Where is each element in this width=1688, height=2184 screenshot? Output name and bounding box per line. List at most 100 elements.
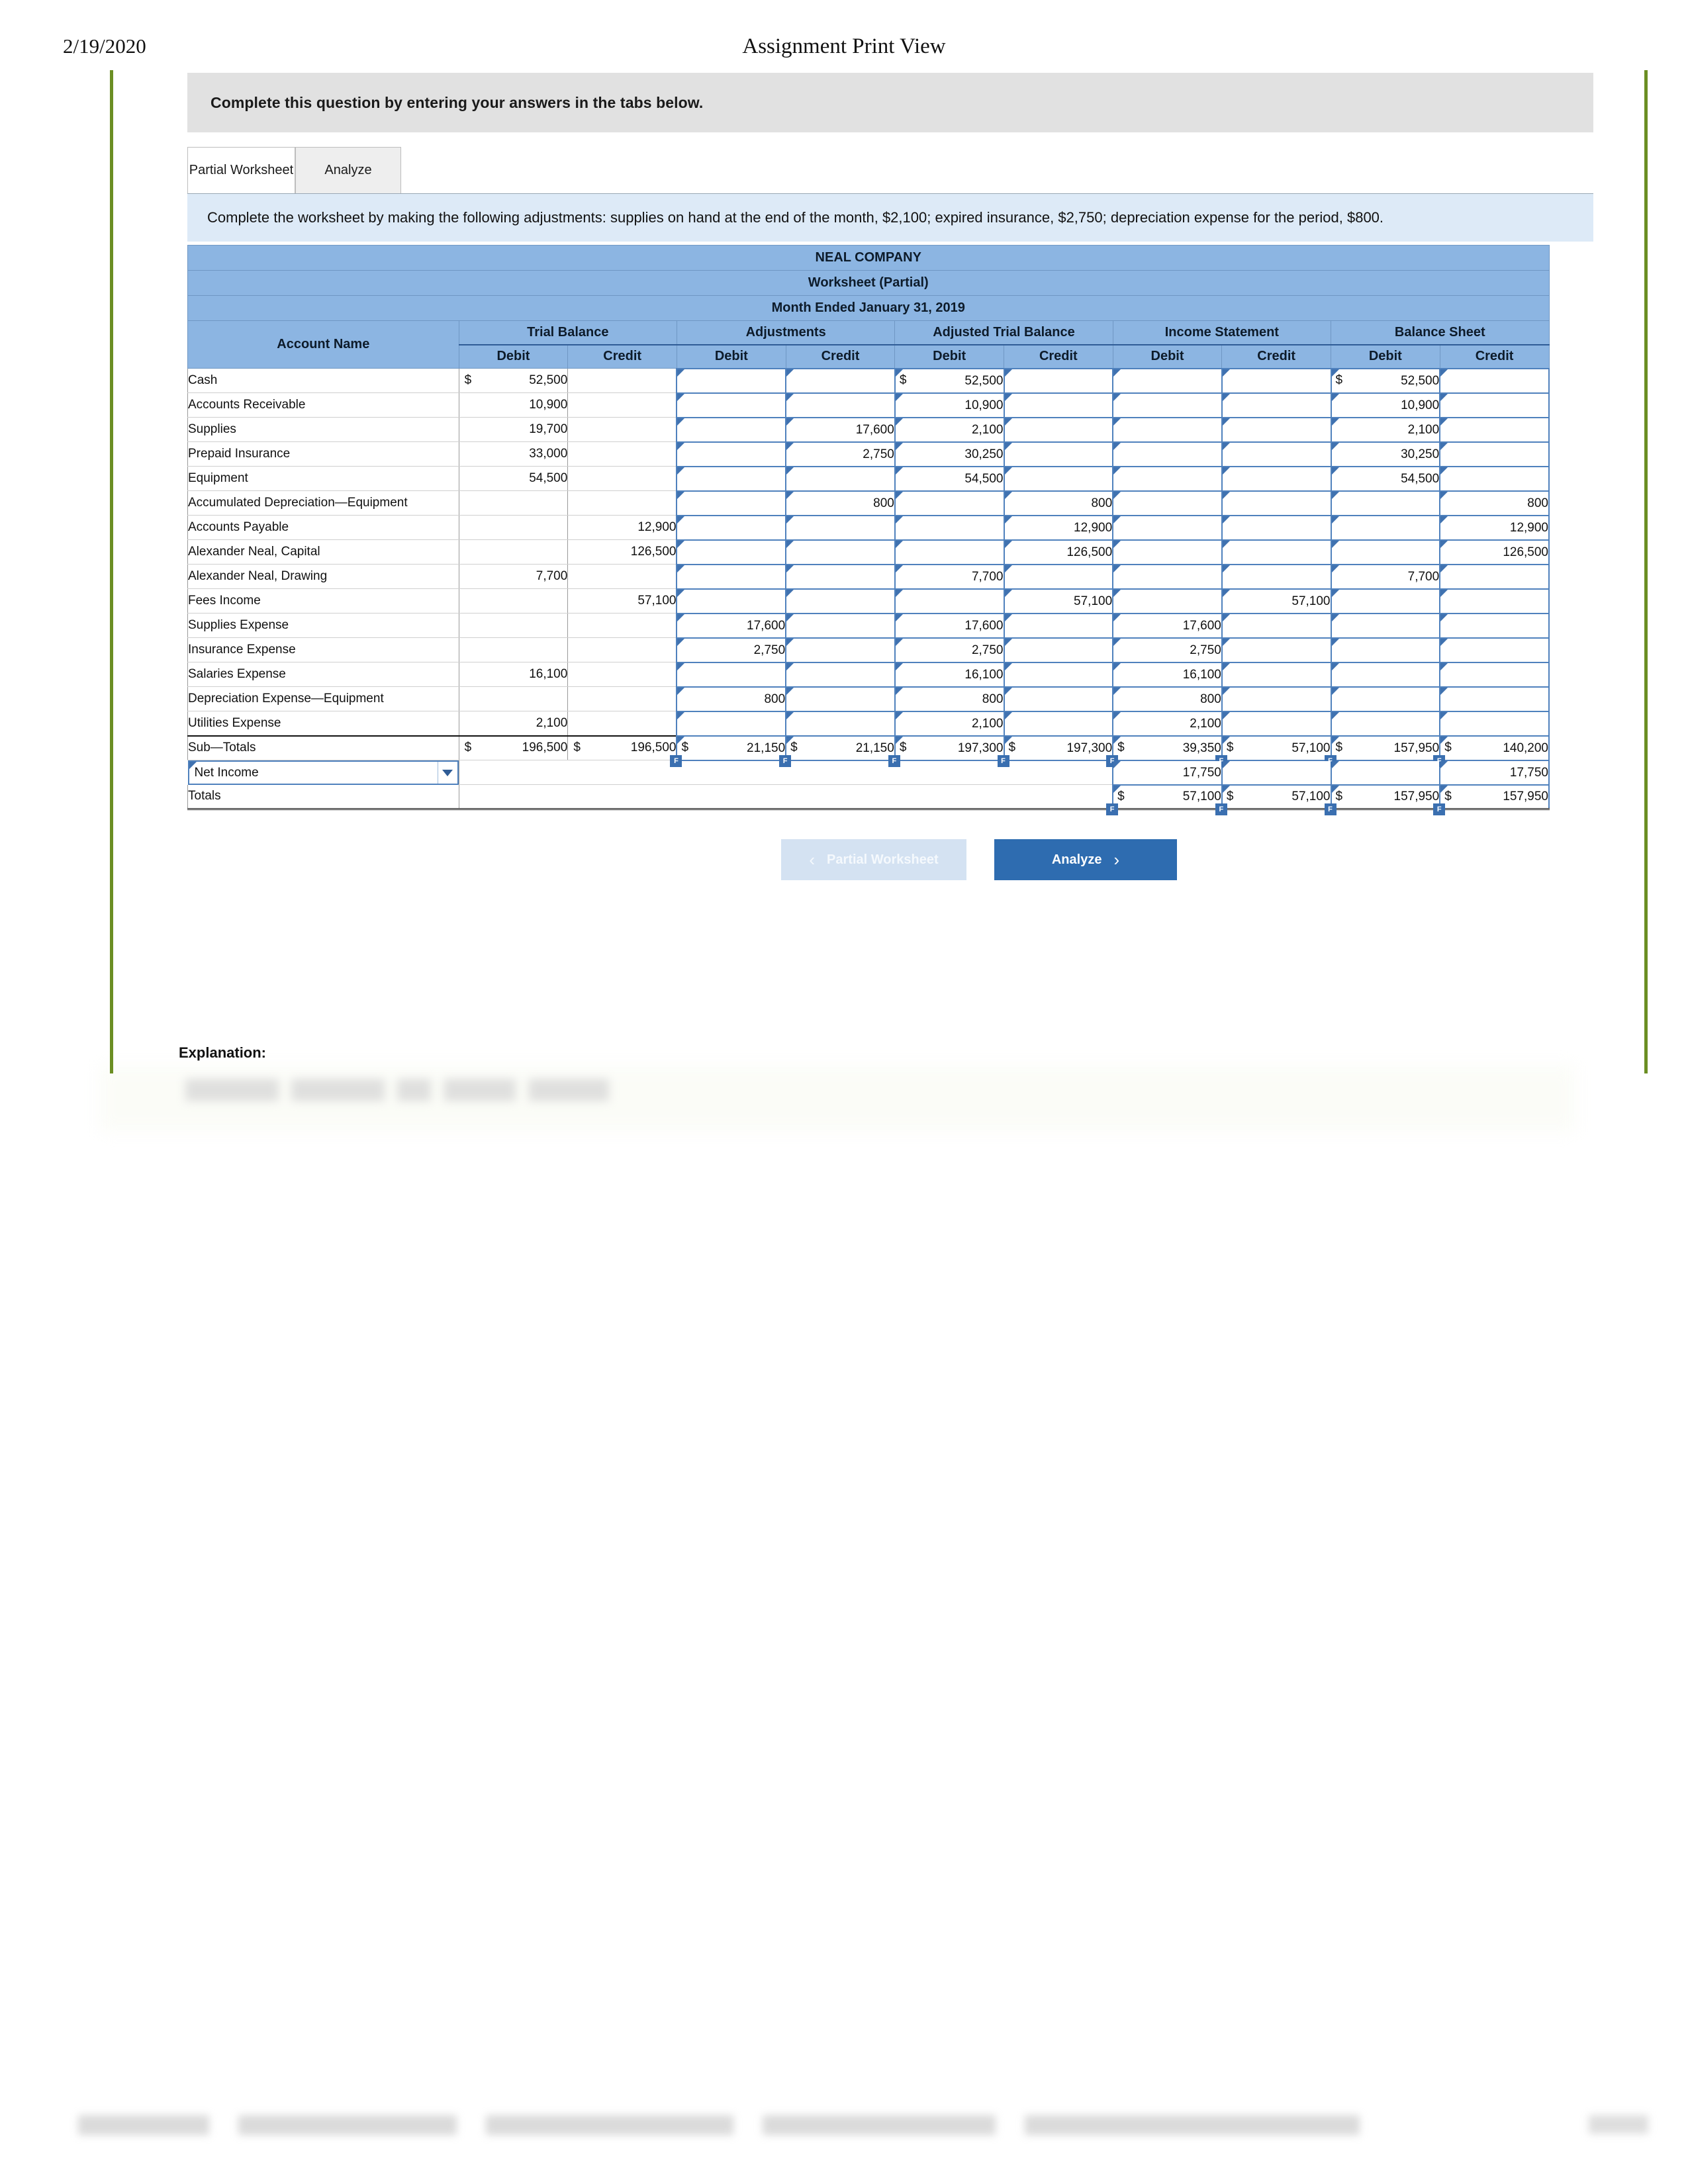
atb-credit-input-alexander-neal-capital[interactable]: 126,500 bbox=[1003, 539, 1114, 565]
subtotal-atb-debit-input[interactable]: $197,300 bbox=[888, 735, 1005, 768]
is-credit-input-accounts-payable[interactable] bbox=[1221, 514, 1332, 541]
adj-credit-input-salaries-expense[interactable] bbox=[785, 661, 896, 688]
is-credit-input-insurance-expense[interactable] bbox=[1221, 637, 1332, 663]
atb-credit-input-fees-income[interactable]: 57,100 bbox=[1003, 588, 1114, 614]
atb-debit-input-cash[interactable]: $52,500 bbox=[894, 367, 1005, 394]
adj-debit-input-salaries-expense[interactable] bbox=[676, 661, 787, 688]
bs-credit-input-supplies[interactable] bbox=[1439, 416, 1550, 443]
is-credit-input-fees-income[interactable]: 57,100 bbox=[1221, 588, 1332, 614]
totals-bs-credit-input[interactable]: $157,950 bbox=[1434, 784, 1550, 816]
bs-debit-input-accounts-payable[interactable] bbox=[1330, 514, 1441, 541]
tab-partial-worksheet[interactable]: Partial Worksheet bbox=[187, 147, 295, 193]
bs-credit-input-fees-income[interactable] bbox=[1439, 588, 1550, 614]
is-credit-input-prepaid-insurance[interactable] bbox=[1221, 441, 1332, 467]
bs-debit-input-salaries-expense[interactable] bbox=[1330, 661, 1441, 688]
bs-debit-input-accumulated-depreciation-equipment[interactable] bbox=[1330, 490, 1441, 516]
subtotal-atb-credit-input[interactable]: $197,300 bbox=[998, 735, 1114, 768]
bs-credit-input-equipment[interactable] bbox=[1439, 465, 1550, 492]
atb-debit-input-insurance-expense[interactable]: 2,750 bbox=[894, 637, 1005, 663]
adj-debit-input-accounts-receivable[interactable] bbox=[676, 392, 787, 418]
adj-credit-input-depreciation-expense-equipment[interactable] bbox=[785, 686, 896, 712]
adj-credit-input-accumulated-depreciation-equipment[interactable]: 800 bbox=[785, 490, 896, 516]
bs-credit-input-cash[interactable] bbox=[1439, 367, 1550, 394]
adj-debit-input-accumulated-depreciation-equipment[interactable] bbox=[676, 490, 787, 516]
bs-credit-input-alexander-neal-drawing[interactable] bbox=[1439, 563, 1550, 590]
adj-debit-input-utilities-expense[interactable] bbox=[676, 710, 787, 737]
is-debit-input-cash[interactable] bbox=[1112, 367, 1223, 394]
atb-credit-input-prepaid-insurance[interactable] bbox=[1003, 441, 1114, 467]
atb-credit-input-equipment[interactable] bbox=[1003, 465, 1114, 492]
bs-credit-input-accounts-payable[interactable]: 12,900 bbox=[1439, 514, 1550, 541]
adj-debit-input-equipment[interactable] bbox=[676, 465, 787, 492]
atb-debit-input-supplies-expense[interactable]: 17,600 bbox=[894, 612, 1005, 639]
is-debit-input-utilities-expense[interactable]: 2,100 bbox=[1112, 710, 1223, 737]
bs-debit-input-depreciation-expense-equipment[interactable] bbox=[1330, 686, 1441, 712]
atb-credit-input-accounts-receivable[interactable] bbox=[1003, 392, 1114, 418]
atb-credit-input-alexander-neal-drawing[interactable] bbox=[1003, 563, 1114, 590]
adj-credit-input-accounts-payable[interactable] bbox=[785, 514, 896, 541]
bs-credit-input-insurance-expense[interactable] bbox=[1439, 637, 1550, 663]
subtotal-is-credit-input[interactable]: $57,100 bbox=[1215, 735, 1332, 768]
bs-debit-input-accounts-receivable[interactable]: 10,900 bbox=[1330, 392, 1441, 418]
atb-credit-input-insurance-expense[interactable] bbox=[1003, 637, 1114, 663]
net-income-bs-debit-input[interactable] bbox=[1330, 759, 1441, 786]
is-credit-input-alexander-neal-capital[interactable] bbox=[1221, 539, 1332, 565]
is-credit-input-equipment[interactable] bbox=[1221, 465, 1332, 492]
is-debit-input-salaries-expense[interactable]: 16,100 bbox=[1112, 661, 1223, 688]
is-credit-input-salaries-expense[interactable] bbox=[1221, 661, 1332, 688]
adj-debit-input-cash[interactable] bbox=[676, 367, 787, 394]
bs-debit-input-alexander-neal-capital[interactable] bbox=[1330, 539, 1441, 565]
totals-bs-debit-input[interactable]: $157,950 bbox=[1325, 784, 1441, 816]
adj-credit-input-equipment[interactable] bbox=[785, 465, 896, 492]
bs-debit-input-supplies-expense[interactable] bbox=[1330, 612, 1441, 639]
net-income-is-credit-input[interactable] bbox=[1221, 759, 1332, 786]
atb-debit-input-utilities-expense[interactable]: 2,100 bbox=[894, 710, 1005, 737]
adj-credit-input-prepaid-insurance[interactable]: 2,750 bbox=[785, 441, 896, 467]
is-credit-input-depreciation-expense-equipment[interactable] bbox=[1221, 686, 1332, 712]
adj-debit-input-supplies[interactable] bbox=[676, 416, 787, 443]
is-debit-input-supplies-expense[interactable]: 17,600 bbox=[1112, 612, 1223, 639]
bs-debit-input-utilities-expense[interactable] bbox=[1330, 710, 1441, 737]
bs-credit-input-utilities-expense[interactable] bbox=[1439, 710, 1550, 737]
bs-credit-input-prepaid-insurance[interactable] bbox=[1439, 441, 1550, 467]
atb-credit-input-salaries-expense[interactable] bbox=[1003, 661, 1114, 688]
atb-credit-input-accounts-payable[interactable]: 12,900 bbox=[1003, 514, 1114, 541]
bs-credit-input-alexander-neal-capital[interactable]: 126,500 bbox=[1439, 539, 1550, 565]
atb-credit-input-utilities-expense[interactable] bbox=[1003, 710, 1114, 737]
subtotal-is-debit-input[interactable]: $39,350 bbox=[1107, 735, 1223, 768]
is-debit-input-accounts-receivable[interactable] bbox=[1112, 392, 1223, 418]
is-credit-input-supplies-expense[interactable] bbox=[1221, 612, 1332, 639]
adj-debit-input-supplies-expense[interactable]: 17,600 bbox=[676, 612, 787, 639]
bs-debit-input-fees-income[interactable] bbox=[1330, 588, 1441, 614]
is-debit-input-supplies[interactable] bbox=[1112, 416, 1223, 443]
is-debit-input-accumulated-depreciation-equipment[interactable] bbox=[1112, 490, 1223, 516]
is-debit-input-prepaid-insurance[interactable] bbox=[1112, 441, 1223, 467]
adj-credit-input-alexander-neal-drawing[interactable] bbox=[785, 563, 896, 590]
next-analyze-button[interactable]: Analyze › bbox=[994, 839, 1177, 880]
is-credit-input-accumulated-depreciation-equipment[interactable] bbox=[1221, 490, 1332, 516]
net-income-select-box[interactable]: Net Income bbox=[187, 760, 459, 785]
atb-credit-input-supplies[interactable] bbox=[1003, 416, 1114, 443]
is-debit-input-equipment[interactable] bbox=[1112, 465, 1223, 492]
totals-is-debit-input[interactable]: $57,100 bbox=[1107, 784, 1223, 816]
bs-debit-input-prepaid-insurance[interactable]: 30,250 bbox=[1330, 441, 1441, 467]
prev-partial-worksheet-button[interactable]: ‹ Partial Worksheet bbox=[781, 839, 966, 880]
adj-credit-input-alexander-neal-capital[interactable] bbox=[785, 539, 896, 565]
subtotal-adj-credit-input[interactable]: $21,150 bbox=[780, 735, 896, 768]
atb-debit-input-fees-income[interactable] bbox=[894, 588, 1005, 614]
atb-debit-input-accumulated-depreciation-equipment[interactable] bbox=[894, 490, 1005, 516]
bs-credit-input-depreciation-expense-equipment[interactable] bbox=[1439, 686, 1550, 712]
subtotal-adj-debit-input[interactable]: $21,150 bbox=[671, 735, 787, 768]
is-debit-input-depreciation-expense-equipment[interactable]: 800 bbox=[1112, 686, 1223, 712]
chevron-down-icon[interactable] bbox=[437, 762, 457, 784]
is-credit-input-alexander-neal-drawing[interactable] bbox=[1221, 563, 1332, 590]
adj-credit-input-fees-income[interactable] bbox=[785, 588, 896, 614]
atb-debit-input-depreciation-expense-equipment[interactable]: 800 bbox=[894, 686, 1005, 712]
is-debit-input-alexander-neal-capital[interactable] bbox=[1112, 539, 1223, 565]
net-income-is-debit-input[interactable]: 17,750 bbox=[1112, 759, 1223, 786]
totals-is-credit-input[interactable]: $57,100 bbox=[1215, 784, 1332, 816]
bs-debit-input-alexander-neal-drawing[interactable]: 7,700 bbox=[1330, 563, 1441, 590]
adj-debit-input-prepaid-insurance[interactable] bbox=[676, 441, 787, 467]
adj-credit-input-supplies[interactable]: 17,600 bbox=[785, 416, 896, 443]
adj-credit-input-supplies-expense[interactable] bbox=[785, 612, 896, 639]
